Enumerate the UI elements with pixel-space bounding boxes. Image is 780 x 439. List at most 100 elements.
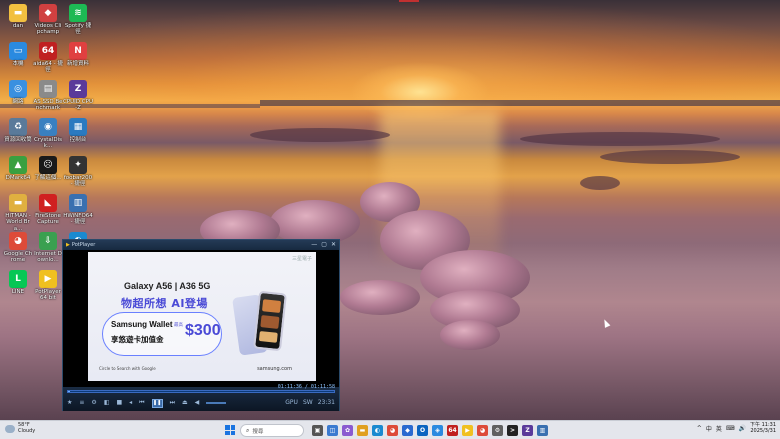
salt-formation: [340, 280, 420, 315]
desktop-icon-label: DMark64: [5, 175, 31, 181]
desktop-icon-spotify[interactable]: ≋ Spotify 捷徑: [63, 4, 93, 36]
language-icon[interactable]: 英: [716, 424, 722, 433]
sw-label[interactable]: SW: [303, 400, 313, 406]
desktop-icon-cpuid[interactable]: Z CPUID CPU-Z: [63, 80, 93, 112]
store-icon[interactable]: ◆: [402, 425, 413, 436]
close-icon[interactable]: ✕: [331, 242, 336, 248]
salt-formation: [600, 150, 740, 164]
desktop-icon-label: 資源回收筒: [4, 137, 32, 143]
play-pause-button[interactable]: ❚❚: [151, 398, 163, 408]
desktop-icon-recycle[interactable]: ♻ 資源回收筒: [3, 118, 33, 143]
settings-icon[interactable]: ⚙: [492, 425, 503, 436]
firestone-icon: ◣: [39, 194, 57, 212]
ad-offer-box: Samsung Wallet 享悠遊卡加值金 最高 $300: [102, 312, 222, 356]
player-title-bar[interactable]: ▶ PotPlayer — ▢ ✕: [63, 240, 339, 250]
desktop-icon-label: 本機: [12, 61, 24, 67]
desktop-icon-label: 了解這個...: [34, 175, 62, 181]
maximize-icon[interactable]: ▢: [321, 242, 327, 248]
foobar-icon: ✦: [69, 156, 87, 174]
file-explorer-icon[interactable]: ▬: [357, 425, 368, 436]
cpuz-icon[interactable]: Z: [522, 425, 533, 436]
aida64-icon[interactable]: 64: [447, 425, 458, 436]
system-tray: ^ 中 英 ⌨ 🔊 下午 11:31 2025/3/31: [697, 422, 776, 434]
potplayer-icon[interactable]: ▶: [462, 425, 473, 436]
edge-icon[interactable]: ◐: [372, 425, 383, 436]
volume-icon[interactable]: ◀: [195, 400, 200, 406]
minimize-icon[interactable]: —: [311, 242, 317, 248]
player-title: PotPlayer: [71, 242, 96, 248]
desktop-icon-crystaldisk[interactable]: ◉ CrystalDisk...: [33, 118, 63, 150]
desktop-icon-label: Videos Clipchamp: [34, 23, 62, 36]
salt-formation: [250, 128, 390, 142]
weather-widget[interactable]: 58°F Cloudy: [5, 422, 35, 434]
next-icon[interactable]: ⏭: [170, 400, 175, 406]
star-icon[interactable]: ★: [67, 400, 72, 406]
folder-icon: ▬: [9, 194, 27, 212]
recycle-bin-icon: ♻: [9, 118, 27, 136]
terminal-icon[interactable]: >: [507, 425, 518, 436]
desktop-icon-control-panel[interactable]: ▦ 控制台: [63, 118, 93, 143]
chrome-icon[interactable]: ◕: [477, 425, 488, 436]
taskbar-clock[interactable]: 下午 11:31 2025/3/31: [750, 422, 776, 434]
desktop-icon-hitman[interactable]: ▬ HITMAN - World Bra...: [3, 194, 33, 232]
vr-icon[interactable]: ◧: [104, 400, 110, 406]
frame-back-icon[interactable]: ◂: [129, 400, 132, 406]
ad-corner-text: 三星電子: [291, 256, 312, 262]
store-icon: ◆: [39, 4, 57, 22]
taskbar: 58°F Cloudy ⌕ 搜尋 ▣ ◫ ✿ ▬ ◐ ◕ ◆ O ◈ 64 ▶ ◕ ⚙ > Z ▥ ^ 中 英…: [0, 420, 780, 439]
prev-icon[interactable]: ⏮: [139, 400, 144, 406]
salt-formation: [520, 132, 720, 146]
player-controls: 01:11:36 / 01:11:58 ★ ≡ ⚙ ◧ ■ ◂ ⏮ ❚❚ ⏭ ⏏…: [63, 384, 339, 411]
desktop-icon-foobar[interactable]: ✦ foobar200 - 捷徑: [63, 156, 93, 188]
tray-overflow-icon[interactable]: ^: [697, 425, 702, 432]
eject-icon[interactable]: ⏏: [182, 400, 188, 406]
desktop-icon-firestone[interactable]: ◣ FireStone Capture: [33, 194, 63, 226]
desktop-icon-label: 控制台: [69, 137, 87, 143]
desktop-icon-label: HWiNFO64 - 捷徑: [63, 213, 93, 226]
desktop-icon-label: CPUID CPU-Z: [63, 99, 93, 112]
photos-icon[interactable]: ◈: [432, 425, 443, 436]
task-view-icon[interactable]: ▣: [312, 425, 323, 436]
seek-bar[interactable]: [67, 390, 335, 393]
settings-icon[interactable]: ⚙: [91, 400, 96, 406]
desktop-icon-network[interactable]: ◎ 網路: [3, 80, 33, 105]
desktop-icon-folder-dan[interactable]: ▬ dan: [3, 4, 33, 29]
desktop-icon-desktop-pc[interactable]: ▭ 本機: [3, 42, 33, 67]
widgets-icon[interactable]: ◫: [327, 425, 338, 436]
taskbar-search[interactable]: ⌕ 搜尋: [240, 424, 304, 437]
desktop-icon-ms-store[interactable]: ◆ Videos Clipchamp: [33, 4, 63, 36]
chrome-icon[interactable]: ◕: [387, 425, 398, 436]
desktop-icon-uninstall[interactable]: ☹ 了解這個...: [33, 156, 63, 181]
crystaldisk-icon: ◉: [39, 118, 57, 136]
volume-slider[interactable]: [206, 402, 227, 404]
speaker-icon[interactable]: 🔊: [739, 425, 746, 432]
playlist-icon[interactable]: ≡: [79, 400, 84, 406]
desktop-icon-hwinfo[interactable]: ▥ HWiNFO64 - 捷徑: [63, 194, 93, 226]
desktop-icon-chrome[interactable]: ◕ Google Chrome: [3, 232, 33, 264]
desktop-icon-idm[interactable]: ⇩ Internet Downlo...: [33, 232, 63, 264]
desktop-icon-aida64[interactable]: 64 aida64 - 捷徑: [33, 42, 63, 74]
ad-subtext: 享悠遊卡加值金: [111, 335, 164, 344]
video-area[interactable]: 三星電子 Galaxy A56 | A36 5G 物超所想 AI登場 Samsu…: [63, 250, 339, 387]
desktop-icon-potplayer[interactable]: ▶ PotPlayer 64 bit: [33, 270, 63, 302]
search-placeholder: 搜尋: [252, 428, 264, 435]
keyboard-icon[interactable]: ⌨: [726, 425, 735, 432]
desktop-icon-line[interactable]: L LINE: [3, 270, 33, 295]
start-button[interactable]: [225, 425, 235, 435]
desktop-icon-label: FireStone Capture: [35, 213, 61, 226]
hwinfo-icon[interactable]: ▥: [537, 425, 548, 436]
outlook-icon[interactable]: O: [417, 425, 428, 436]
desktop-icon-app-new[interactable]: N 新增資料: [63, 42, 93, 67]
potplayer-window[interactable]: ▶ PotPlayer — ▢ ✕ 三星電子 Galaxy A56 | A36 …: [62, 239, 340, 411]
phone-front-image: [253, 290, 287, 352]
copilot-icon[interactable]: ✿: [342, 425, 353, 436]
stop-icon[interactable]: ■: [116, 400, 122, 406]
ime-icon[interactable]: 中: [706, 424, 712, 433]
chrome-icon: ◕: [9, 232, 27, 250]
ad-circle-to-search: Circle to Search with Google: [99, 366, 156, 371]
gpu-label[interactable]: GPU: [285, 400, 298, 406]
desktop-icon-dmark[interactable]: ▲ DMark64: [3, 156, 33, 181]
desktop-icon-as-ssd[interactable]: ▤ AS SSD Benchmark: [33, 80, 63, 112]
seek-progress: [68, 391, 70, 392]
desktop-icon-label: foobar200 - 捷徑: [63, 175, 93, 188]
